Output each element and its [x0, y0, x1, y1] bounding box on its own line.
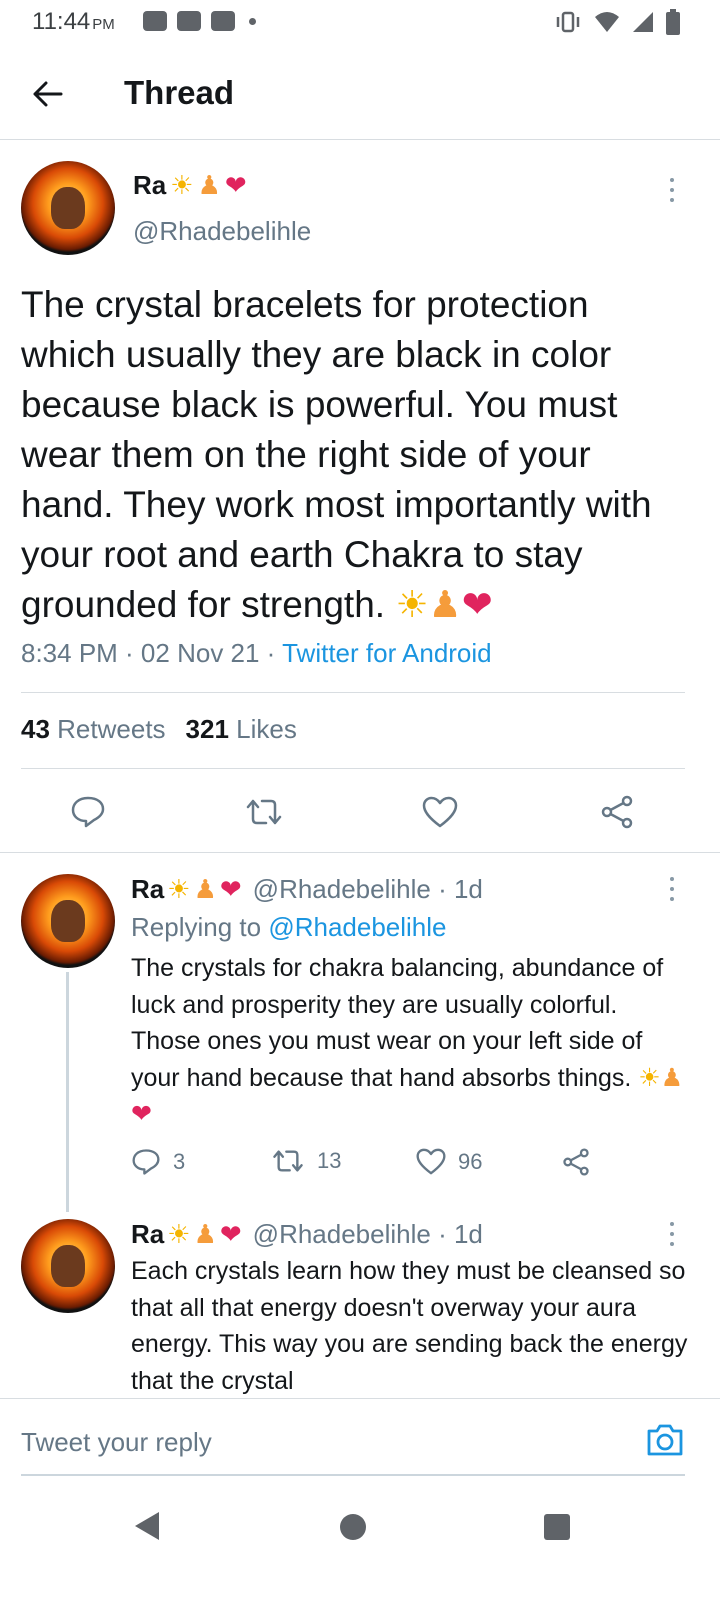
- nav-home-icon[interactable]: [340, 1514, 366, 1540]
- status-time: 11:44 PM: [32, 8, 115, 35]
- author-handle[interactable]: @Rhadebelihle: [133, 216, 311, 247]
- share-button[interactable]: [561, 1148, 591, 1176]
- vibrate-icon: [556, 11, 580, 33]
- camera-icon: [647, 1424, 683, 1456]
- share-button[interactable]: [597, 792, 637, 832]
- retweets-stat[interactable]: 43 Retweets: [21, 714, 166, 745]
- likes-stat[interactable]: 321 Likes: [186, 714, 297, 745]
- more-options-icon[interactable]: [662, 175, 682, 205]
- youtube-notification-icon: [177, 11, 201, 31]
- thread-connector-line: [66, 972, 69, 1212]
- share-icon: [601, 795, 633, 829]
- tweet-action-bar: [0, 780, 720, 852]
- reply-button[interactable]: [68, 792, 108, 832]
- system-nav-bar: [0, 1480, 720, 1600]
- sun-emoji: ☀: [170, 170, 194, 201]
- back-button[interactable]: [22, 68, 74, 120]
- divider: [21, 692, 685, 693]
- reply-input[interactable]: Tweet your reply: [21, 1427, 212, 1458]
- reply-action-bar: 3 13 96: [131, 1148, 611, 1184]
- replying-to-link[interactable]: @Rhadebelihle: [268, 912, 446, 942]
- heart-icon: [416, 1148, 446, 1175]
- nav-recents-icon[interactable]: [544, 1514, 570, 1540]
- source-link[interactable]: Twitter for Android: [282, 638, 492, 668]
- sun-emoji: ☀: [167, 874, 191, 905]
- author-name[interactable]: Ra ☀ ♟ ❤: [133, 170, 247, 201]
- divider: [0, 852, 720, 853]
- person-in-lotus-emoji: ♟: [193, 874, 217, 905]
- sun-emoji: ☀: [395, 583, 429, 626]
- reply-icon: [71, 796, 105, 828]
- more-options-icon[interactable]: [662, 1219, 682, 1249]
- youtube-notification-icon-2: [211, 11, 235, 31]
- thread-header: Thread: [0, 46, 720, 140]
- nav-back-icon[interactable]: [135, 1512, 159, 1540]
- reply-handle-time: @Rhadebelihle · 1d: [252, 1219, 483, 1249]
- red-heart-emoji: ❤: [219, 1219, 242, 1250]
- status-bar: 11:44 PM: [0, 0, 720, 46]
- red-heart-emoji: ❤: [461, 583, 493, 626]
- red-heart-emoji: ❤: [219, 874, 242, 905]
- notification-icons: [143, 11, 256, 31]
- message-notification-icon: [143, 11, 167, 31]
- avatar[interactable]: [21, 161, 115, 255]
- heart-icon: [422, 796, 458, 828]
- retweet-icon: [246, 799, 282, 825]
- like-button[interactable]: 96: [416, 1148, 482, 1175]
- sun-emoji: ☀: [167, 1219, 191, 1250]
- page-title: Thread: [124, 74, 235, 111]
- retweet-icon: [273, 1150, 303, 1172]
- battery-icon: [666, 9, 680, 35]
- reply-button[interactable]: 3: [131, 1148, 185, 1176]
- person-in-lotus-emoji: ♟: [193, 1219, 217, 1250]
- reply-text: Each crystals learn how they must be cle…: [131, 1257, 688, 1395]
- avatar[interactable]: [21, 1219, 115, 1313]
- retweet-button[interactable]: [244, 792, 284, 832]
- person-in-lotus-emoji: ♟: [660, 1062, 684, 1092]
- share-icon: [563, 1148, 589, 1176]
- arrow-left-icon: [33, 81, 63, 107]
- red-heart-emoji: ❤: [224, 170, 247, 201]
- more-options-icon[interactable]: [662, 874, 682, 904]
- replying-to: Replying to @Rhadebelihle: [131, 912, 447, 942]
- person-in-lotus-emoji: ♟: [428, 583, 462, 626]
- divider: [21, 768, 685, 769]
- tweet-stats: 43 Retweets 321 Likes: [21, 714, 297, 745]
- person-in-lotus-emoji: ♟: [197, 170, 221, 201]
- reply-header[interactable]: Ra ☀ ♟ ❤ @Rhadebelihle · 1d: [131, 874, 483, 905]
- tweet-metadata: 8:34 PM · 02 Nov 21 · Twitter for Androi…: [21, 638, 492, 668]
- more-notifications-dot-icon: [249, 17, 256, 25]
- camera-button[interactable]: [646, 1423, 684, 1457]
- system-status-icons: [554, 9, 680, 35]
- avatar[interactable]: [21, 874, 115, 968]
- tweet-text: The crystal bracelets for protection whi…: [21, 284, 652, 626]
- sun-emoji: ☀: [638, 1062, 661, 1092]
- reply-icon: [132, 1149, 160, 1175]
- compose-underline: [21, 1474, 685, 1476]
- reply-compose-bar: Tweet your reply: [0, 1398, 720, 1478]
- reply-handle-time: @Rhadebelihle · 1d: [252, 874, 483, 904]
- wifi-icon: [595, 12, 619, 32]
- like-button[interactable]: [420, 792, 460, 832]
- cell-signal-icon: [633, 12, 653, 32]
- reply-header[interactable]: Ra ☀ ♟ ❤ @Rhadebelihle · 1d: [131, 1219, 483, 1250]
- red-heart-emoji: ❤: [131, 1099, 152, 1128]
- retweet-button[interactable]: 13: [271, 1148, 341, 1174]
- reply-text: The crystals for chakra balancing, abund…: [131, 954, 684, 1128]
